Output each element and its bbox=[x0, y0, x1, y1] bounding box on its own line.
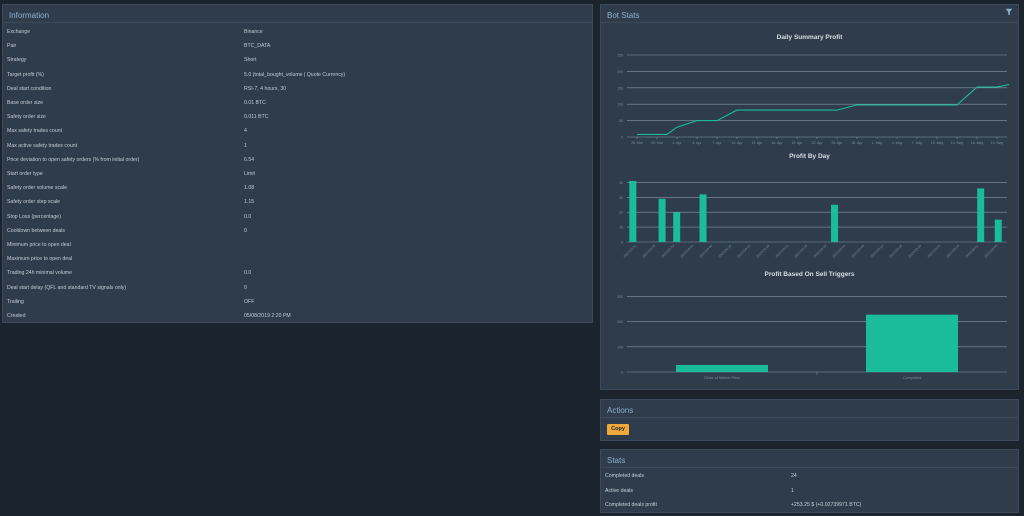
info-row-value: 4 bbox=[244, 128, 247, 135]
info-row: Pair BTC_DATA bbox=[3, 39, 592, 53]
info-row-value: 6.54 bbox=[244, 156, 255, 163]
actions-title: Actions bbox=[601, 400, 1018, 418]
info-row-key: Max active safety trades count bbox=[7, 142, 78, 149]
stat-row-key: Completed deals profit bbox=[605, 502, 657, 508]
info-row: Start order type Limit bbox=[3, 167, 592, 181]
y-tick-label: 0 bbox=[621, 371, 623, 375]
info-row-value: OFF bbox=[244, 298, 255, 305]
info-row-key: Cooldown between deals bbox=[7, 227, 65, 234]
info-row-value: Short bbox=[244, 57, 257, 64]
info-row: Base order size 0.01 BTC bbox=[3, 96, 592, 110]
x-tick-label: Close at Market Price bbox=[704, 376, 740, 380]
info-row-key: Start order type bbox=[7, 171, 43, 177]
info-row-key: Target profit (%) bbox=[7, 71, 44, 78]
info-row-key: Created bbox=[7, 313, 26, 319]
info-row: Safety order step scale 1.15 bbox=[3, 195, 592, 209]
info-row-key: Base order size bbox=[7, 100, 44, 106]
info-row-key: Strategy bbox=[7, 57, 27, 64]
info-row-key: Pair bbox=[7, 43, 17, 50]
actions-panel: Actions Copy bbox=[600, 399, 1019, 441]
info-row-value: 5.0 (total_bought_volume | Quote Currenc… bbox=[244, 71, 346, 78]
info-row: Deal start delay (QFL and standard TV si… bbox=[3, 281, 592, 295]
info-row-value: 1.08 bbox=[244, 185, 255, 192]
stat-row: Completed deals profit +253.25 $ (+0.0273… bbox=[601, 498, 1018, 512]
info-row: Max active safety trades count 1 bbox=[3, 139, 592, 153]
info-row-value: 0.011 BTC bbox=[244, 114, 269, 121]
info-row: Maximum price to open deal bbox=[3, 252, 592, 266]
info-row-key: Trailing bbox=[7, 298, 24, 305]
info-row-value: 1.15 bbox=[244, 199, 255, 206]
stat-row-key: Active deals bbox=[605, 487, 633, 494]
profit-sell-triggers-chart: 0 100 200 300 Close at Market Price Completed bbox=[617, 295, 1007, 380]
info-row-key: Max safety trades count bbox=[7, 128, 63, 135]
info-row: Stop Loss (percentage) 0.0 bbox=[3, 210, 592, 224]
info-row-key: Safety order step scale bbox=[7, 199, 61, 206]
info-row-key: Deal start delay (QFL and standard TV si… bbox=[7, 284, 127, 291]
info-row-key: Deal start condition bbox=[7, 85, 52, 92]
info-row-value: 0.0 bbox=[244, 213, 252, 220]
info-row-value: RSI-7, 4 hours, 30 bbox=[244, 85, 287, 92]
stat-row-value: +253.25 $ (+0.02739971 BTC) bbox=[791, 502, 862, 508]
info-row: Exchange Binance bbox=[3, 25, 592, 39]
info-row-value: Limit bbox=[244, 171, 255, 177]
info-row: Target profit (%) 5.0 (total_bought_volum… bbox=[3, 68, 592, 82]
info-row: Cooldown between deals 0 bbox=[3, 224, 592, 238]
y-tick-label: 200 bbox=[617, 320, 623, 324]
info-row-key: Minimum price to open deal bbox=[7, 242, 71, 248]
y-tick-label: 100 bbox=[617, 345, 623, 349]
bar bbox=[676, 364, 768, 372]
stat-row-value: 1 bbox=[791, 487, 794, 494]
info-row-key: Price deviation to open safety orders (%… bbox=[7, 156, 140, 163]
info-row-value: 0.0 bbox=[244, 270, 252, 277]
bot-stats-panel: Bot Stats Daily Summary Profit 0 50 100 150… bbox=[600, 4, 1019, 390]
stats-title: Stats bbox=[601, 450, 1018, 468]
info-row-value: 0.01 BTC bbox=[244, 100, 266, 106]
info-row: Trading 24h minimal volume 0.0 bbox=[3, 266, 592, 280]
stats-panel: Stats Completed deals 24 Active deals 1 Comp… bbox=[600, 449, 1019, 513]
info-row-value: 0 bbox=[244, 227, 247, 234]
stat-row-value: 24 bbox=[791, 473, 797, 479]
info-row-value: 0 bbox=[244, 284, 247, 291]
info-row: Minimum price to open deal bbox=[3, 238, 592, 252]
info-row-value: 1 bbox=[244, 142, 247, 149]
stat-row-key: Completed deals bbox=[605, 473, 644, 479]
stat-row: Active deals 1 bbox=[601, 484, 1018, 498]
y-tick-label: 300 bbox=[617, 295, 623, 299]
info-row-key: Exchange bbox=[7, 29, 31, 35]
info-row: Max safety trades count 4 bbox=[3, 124, 592, 138]
info-row: Strategy Short bbox=[3, 53, 592, 67]
info-row-key: Safety order volume scale bbox=[7, 185, 67, 192]
info-row: Created 05/08/2019 2:20 PM bbox=[3, 309, 592, 323]
bar bbox=[866, 314, 958, 372]
information-panel: Information Exchange Binance Pair BTC_DATA S… bbox=[2, 4, 593, 323]
info-row-key: Stop Loss (percentage) bbox=[7, 213, 61, 220]
info-row: Trailing OFF bbox=[3, 295, 592, 309]
copy-button[interactable]: Copy bbox=[607, 424, 629, 435]
info-row-key: Safety order size bbox=[7, 114, 46, 121]
info-row-key: Maximum price to open deal bbox=[7, 256, 73, 263]
info-row: Safety order volume scale 1.08 bbox=[3, 181, 592, 195]
info-row: Price deviation to open safety orders (%… bbox=[3, 153, 592, 167]
x-tick-label: Completed bbox=[903, 376, 921, 380]
info-row: Deal start condition RSI-7, 4 hours, 30 bbox=[3, 82, 592, 96]
info-row-value: 05/08/2019 2:20 PM bbox=[244, 313, 291, 319]
info-row: Safety order size 0.011 BTC bbox=[3, 110, 592, 124]
info-row-key: Trading 24h minimal volume bbox=[7, 270, 72, 277]
info-row-value: Binance bbox=[244, 29, 263, 35]
info-row-value: BTC_DATA bbox=[244, 43, 271, 50]
information-title: Information bbox=[3, 5, 592, 23]
stat-row: Completed deals 24 bbox=[601, 469, 1018, 483]
